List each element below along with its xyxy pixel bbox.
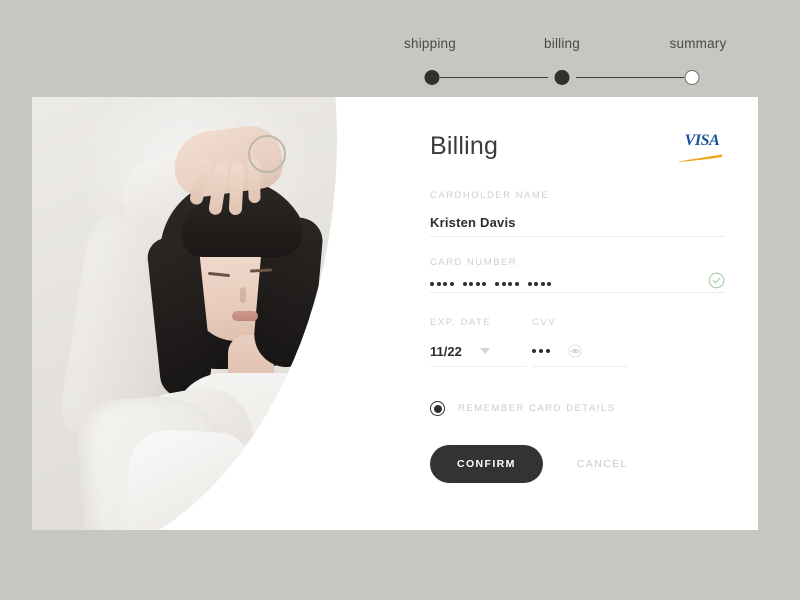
exp-date-field: EXP. DATE 11/22 <box>430 317 526 367</box>
cardholder-label: CARDHOLDER NAME <box>430 190 550 201</box>
photo-drape-fold <box>125 427 251 530</box>
cardholder-value: Kristen Davis <box>430 215 516 230</box>
billing-form: Billing VISA CARDHOLDER NAME Kristen Dav… <box>397 97 758 530</box>
eye-icon[interactable] <box>568 344 582 358</box>
cvv-masked-value <box>532 349 550 353</box>
check-circle-icon <box>708 272 725 289</box>
stepper-dot-billing[interactable] <box>554 70 570 85</box>
billing-form-inner: Billing VISA CARDHOLDER NAME Kristen Dav… <box>430 130 725 483</box>
photo-fringe <box>182 201 302 257</box>
model-photo <box>32 97 337 530</box>
visa-logo: VISA <box>679 132 725 162</box>
cvv-input[interactable] <box>532 342 628 367</box>
checkout-stepper: shipping billing summary <box>390 36 726 88</box>
stepper-label-summary[interactable]: summary <box>670 36 727 51</box>
checkout-card: Billing VISA CARDHOLDER NAME Kristen Dav… <box>32 97 758 530</box>
exp-date-label: EXP. DATE <box>430 317 492 328</box>
photo-finger-3 <box>228 162 245 216</box>
exp-cvv-row: EXP. DATE 11/22 CVV <box>430 317 725 367</box>
cardholder-field: CARDHOLDER NAME Kristen Davis <box>430 190 725 237</box>
stepper-connector-1 <box>440 77 548 78</box>
stepper-label-shipping[interactable]: shipping <box>404 36 456 51</box>
card-number-field: CARD NUMBER <box>430 257 725 293</box>
card-number-input[interactable] <box>430 272 725 293</box>
visa-swoosh-icon <box>679 154 722 162</box>
photo-nose <box>240 287 246 303</box>
cvv-field: CVV <box>532 317 628 367</box>
remember-card-label: REMEMBER CARD DETAILS <box>458 403 616 414</box>
billing-header: Billing VISA <box>430 130 725 170</box>
remember-card-radio[interactable] <box>430 401 445 416</box>
cvv-label: CVV <box>532 317 557 328</box>
photo-hoop-accessory <box>248 135 286 173</box>
stepper-connector-2 <box>576 77 684 78</box>
radio-selected-dot <box>433 404 442 413</box>
exp-date-select[interactable]: 11/22 <box>430 342 526 367</box>
cancel-button[interactable]: CANCEL <box>571 457 634 471</box>
photo-lips <box>232 311 258 321</box>
stepper-label-billing[interactable]: billing <box>544 36 580 51</box>
confirm-button[interactable]: CONFIRM <box>430 445 543 483</box>
exp-date-value: 11/22 <box>430 343 462 359</box>
model-photo-panel <box>32 97 337 530</box>
chevron-down-icon <box>479 348 490 354</box>
card-number-label: CARD NUMBER <box>430 257 518 268</box>
checkout-screen: shipping billing summary Billing VISA CA… <box>0 0 800 600</box>
form-actions: CONFIRM CANCEL <box>430 445 725 483</box>
stepper-labels: shipping billing summary <box>390 36 726 58</box>
visa-wordmark: VISA <box>684 132 720 149</box>
stepper-dot-shipping[interactable] <box>424 70 440 85</box>
stepper-dot-summary[interactable] <box>684 70 700 85</box>
cardholder-input[interactable]: Kristen Davis <box>430 215 725 237</box>
remember-card-row[interactable]: REMEMBER CARD DETAILS <box>430 401 725 416</box>
stepper-track <box>390 66 720 88</box>
card-number-masked-value <box>430 282 551 286</box>
